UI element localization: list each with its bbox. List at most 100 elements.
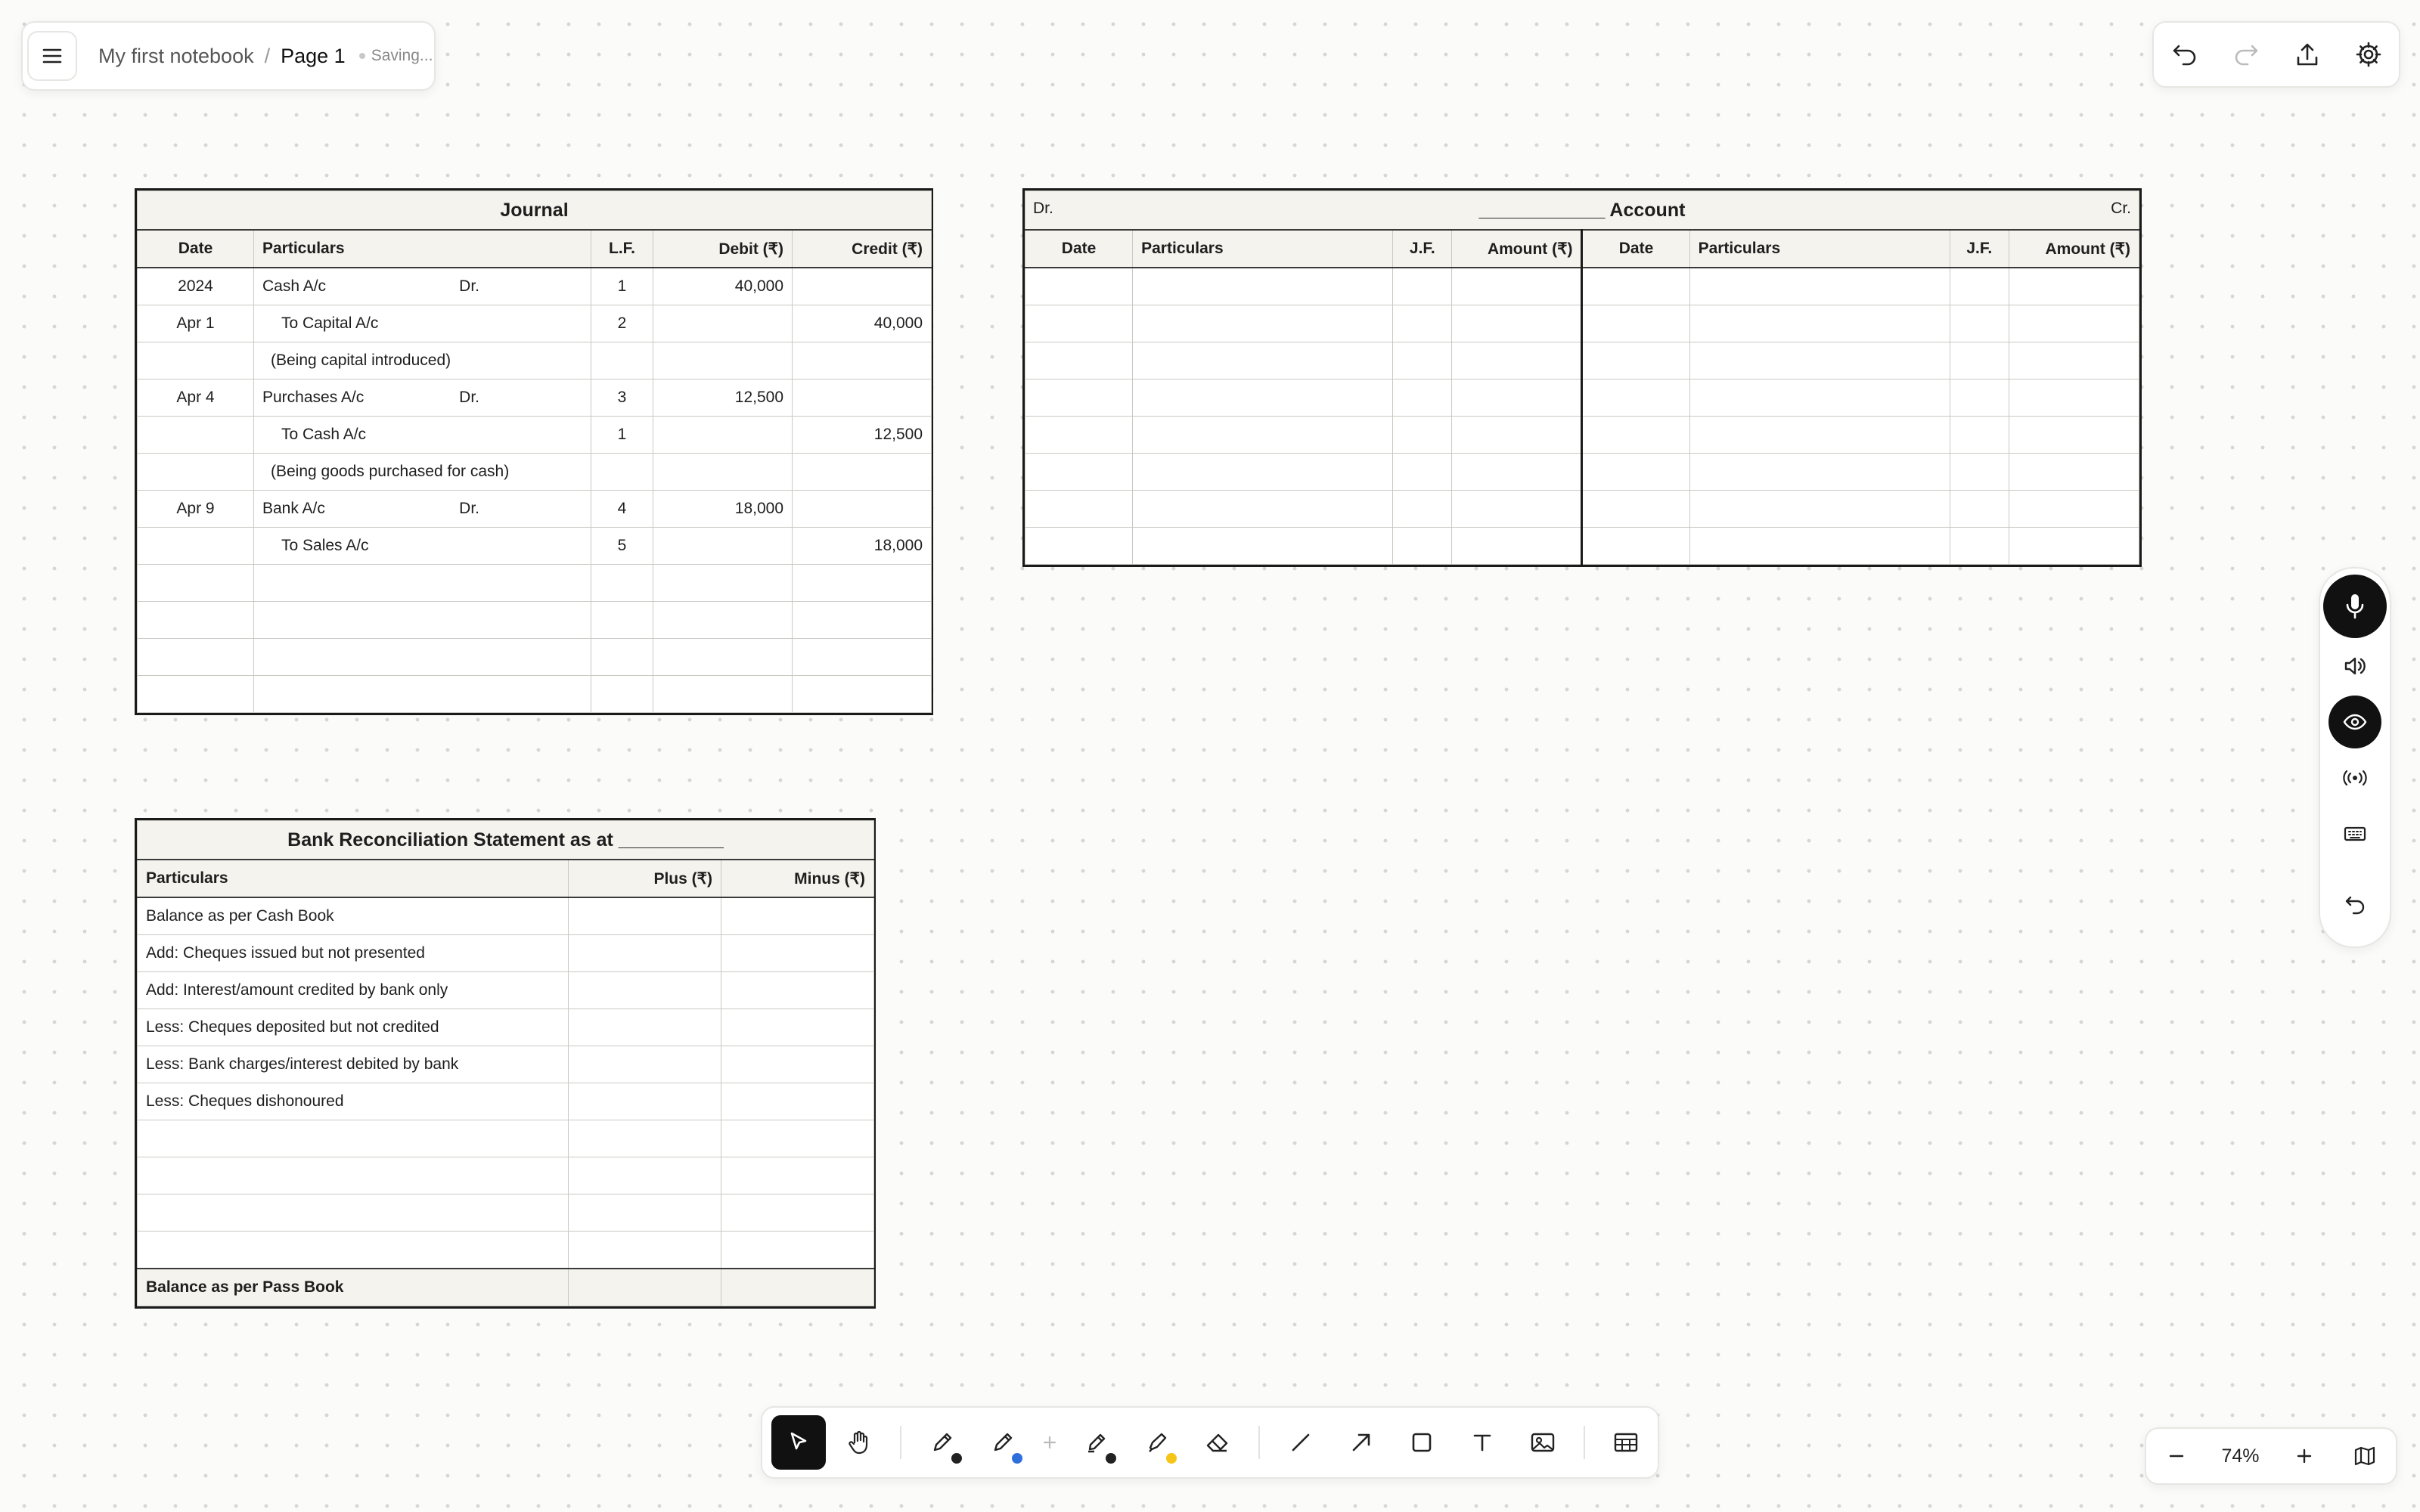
date-cell[interactable] <box>137 453 254 491</box>
text-tool[interactable] <box>1455 1415 1509 1470</box>
particulars-cell[interactable] <box>137 1157 569 1194</box>
table-cell[interactable] <box>1689 490 1950 528</box>
credit-cell[interactable] <box>791 342 932 380</box>
table-cell[interactable] <box>2008 305 2140 342</box>
live-button[interactable] <box>2328 751 2381 804</box>
reset-button[interactable] <box>2328 878 2381 931</box>
table-cell[interactable] <box>1949 267 2009 305</box>
lf-cell[interactable]: 1 <box>591 267 653 305</box>
particulars-cell[interactable] <box>137 1194 569 1232</box>
credit-cell[interactable] <box>791 490 932 528</box>
particulars-cell[interactable]: To Sales A/c <box>253 527 591 565</box>
particulars-cell[interactable]: Less: Cheques deposited but not credited <box>137 1009 569 1046</box>
minus-cell[interactable] <box>721 1194 874 1232</box>
table-cell[interactable] <box>1949 305 2009 342</box>
debit-cell[interactable] <box>653 305 793 342</box>
table-cell[interactable] <box>1392 527 1453 565</box>
table-cell[interactable] <box>1132 305 1394 342</box>
date-cell[interactable] <box>137 564 254 602</box>
table-cell[interactable] <box>1451 453 1584 491</box>
debit-cell[interactable]: 12,500 <box>653 379 793 417</box>
image-tool[interactable] <box>1516 1415 1570 1470</box>
table-cell[interactable] <box>1392 416 1453 454</box>
zoom-in-button[interactable] <box>2288 1435 2321 1477</box>
lf-cell[interactable]: 1 <box>591 416 653 454</box>
plus-cell[interactable] <box>568 1194 721 1232</box>
microphone-button[interactable] <box>2323 575 2387 638</box>
table-cell[interactable] <box>1392 379 1453 417</box>
particulars-cell[interactable]: Add: Interest/amount credited by bank on… <box>137 971 569 1009</box>
particulars-cell[interactable] <box>253 675 591 713</box>
table-cell[interactable] <box>1024 305 1134 342</box>
date-cell[interactable] <box>137 342 254 380</box>
debit-cell[interactable] <box>653 342 793 380</box>
select-tool[interactable] <box>771 1415 826 1470</box>
table-cell[interactable] <box>1024 267 1134 305</box>
particulars-cell[interactable]: Cash A/c Dr. <box>253 267 591 305</box>
particulars-cell[interactable] <box>137 1120 569 1157</box>
particulars-cell[interactable]: Bank A/c Dr. <box>253 490 591 528</box>
debit-cell[interactable]: 18,000 <box>653 490 793 528</box>
table-cell[interactable] <box>1689 342 1950 380</box>
date-cell[interactable]: Apr 4 <box>137 379 254 417</box>
table-cell[interactable] <box>1132 527 1394 565</box>
settings-button[interactable] <box>2347 33 2390 76</box>
bank-reconciliation-table[interactable]: Bank Reconciliation Statement as at ____… <box>135 818 876 1309</box>
particulars-cell[interactable] <box>253 638 591 676</box>
debit-cell[interactable] <box>653 527 793 565</box>
table-cell[interactable] <box>1132 453 1394 491</box>
table-cell[interactable] <box>1689 305 1950 342</box>
table-cell[interactable] <box>2008 453 2140 491</box>
debit-cell[interactable] <box>653 564 793 602</box>
table-cell[interactable] <box>1581 379 1690 417</box>
particulars-cell[interactable]: Purchases A/c Dr. <box>253 379 591 417</box>
credit-cell[interactable] <box>791 267 932 305</box>
credit-cell[interactable]: 18,000 <box>791 527 932 565</box>
vision-toggle[interactable] <box>2328 696 2381 748</box>
particulars-cell[interactable] <box>137 1231 569 1269</box>
credit-cell[interactable] <box>791 675 932 713</box>
credit-cell[interactable] <box>791 601 932 639</box>
table-tool[interactable] <box>1599 1415 1653 1470</box>
table-cell[interactable] <box>1392 453 1453 491</box>
particulars-cell[interactable]: Less: Cheques dishonoured <box>137 1083 569 1120</box>
lf-cell[interactable] <box>591 342 653 380</box>
undo-button[interactable] <box>2164 33 2206 76</box>
particulars-cell[interactable] <box>253 564 591 602</box>
table-cell[interactable] <box>1581 453 1690 491</box>
table-cell[interactable] <box>1132 267 1394 305</box>
particulars-cell[interactable]: To Cash A/c <box>253 416 591 454</box>
credit-cell[interactable] <box>791 453 932 491</box>
plus-cell[interactable] <box>568 897 721 935</box>
table-cell[interactable] <box>1581 305 1690 342</box>
zoom-level[interactable]: 74% <box>2221 1445 2259 1467</box>
table-cell[interactable] <box>1689 527 1950 565</box>
table-cell[interactable] <box>1581 342 1690 380</box>
table-cell[interactable] <box>1949 453 2009 491</box>
date-cell[interactable] <box>137 638 254 676</box>
date-cell[interactable] <box>137 675 254 713</box>
table-cell[interactable] <box>1132 379 1394 417</box>
particulars-cell[interactable]: (Being capital introduced) <box>253 342 591 380</box>
table-cell[interactable] <box>1581 527 1690 565</box>
highlighter-tool[interactable] <box>1130 1415 1184 1470</box>
minimap-button[interactable] <box>2348 1435 2381 1477</box>
menu-button[interactable] <box>27 31 77 81</box>
lf-cell[interactable]: 5 <box>591 527 653 565</box>
lf-cell[interactable] <box>591 453 653 491</box>
table-cell[interactable] <box>1024 416 1134 454</box>
minus-cell[interactable] <box>721 1120 874 1157</box>
lf-cell[interactable] <box>591 601 653 639</box>
add-pen-button[interactable] <box>1036 1415 1063 1470</box>
minus-cell[interactable] <box>721 1083 874 1120</box>
table-cell[interactable] <box>1949 527 2009 565</box>
table-cell[interactable] <box>1689 267 1950 305</box>
table-cell[interactable] <box>1132 490 1394 528</box>
table-cell[interactable] <box>2008 527 2140 565</box>
keyboard-button[interactable] <box>2328 807 2381 860</box>
plus-cell[interactable] <box>568 1009 721 1046</box>
hand-tool[interactable] <box>832 1415 886 1470</box>
eraser-tool[interactable] <box>1190 1415 1245 1470</box>
lf-cell[interactable]: 3 <box>591 379 653 417</box>
table-cell[interactable] <box>1392 342 1453 380</box>
